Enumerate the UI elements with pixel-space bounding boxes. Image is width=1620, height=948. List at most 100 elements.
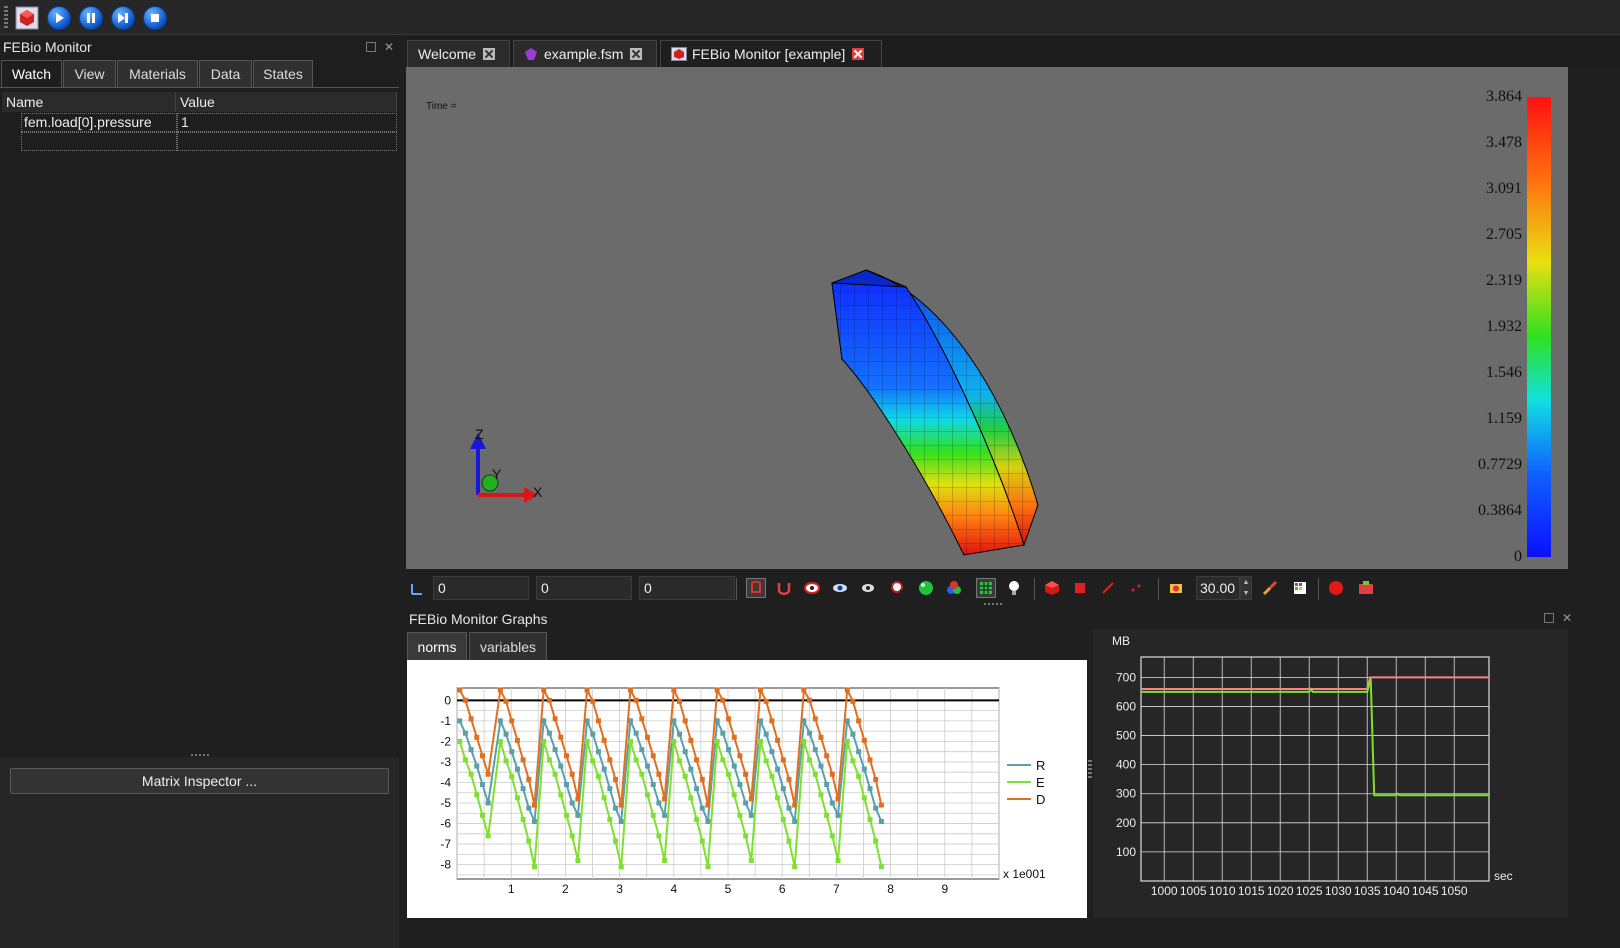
data-point <box>850 698 856 704</box>
data-point <box>590 731 596 737</box>
zoom-select-icon[interactable] <box>890 580 906 596</box>
face-select-icon[interactable] <box>1072 580 1088 596</box>
node-select-icon[interactable] <box>1128 580 1144 596</box>
watch-row-value[interactable]: 1 <box>177 113 397 132</box>
show-icon[interactable] <box>832 580 848 596</box>
data-point <box>503 698 509 704</box>
zoom-spinner[interactable]: ▲ ▼ <box>1240 576 1252 600</box>
data-point <box>835 796 841 802</box>
magnet-icon[interactable] <box>776 580 792 596</box>
solid-cube-icon[interactable] <box>1044 580 1060 596</box>
pause-icon[interactable] <box>78 5 104 31</box>
memory-chart: 1000 1005 1010 1015 1020 1025 1030 1035 1040 1045… <box>1093 629 1568 918</box>
coord-y-input[interactable]: 0 <box>536 576 632 600</box>
data-point <box>676 758 682 764</box>
febio-monitor-icon <box>671 47 687 61</box>
deformed-mesh[interactable]: Z Y X <box>406 67 1568 569</box>
data-point <box>844 687 850 693</box>
mesh-grid-icon[interactable] <box>976 578 996 598</box>
brush-icon[interactable] <box>1262 580 1278 596</box>
data-point <box>639 771 645 777</box>
data-point <box>474 763 480 769</box>
select-icon[interactable] <box>746 578 766 598</box>
watch-empty-name[interactable] <box>21 132 177 151</box>
axis-label-y: Y <box>492 466 502 482</box>
3d-viewport[interactable]: Time = Z Y X 3.864 3.478 3.091 2.705 2.3… <box>406 67 1568 569</box>
doc-tab-febio-monitor[interactable]: FEBio Monitor [example] <box>660 40 882 67</box>
data-point <box>763 698 769 704</box>
watch-row-name[interactable]: fem.load[0].pressure <box>21 113 177 132</box>
data-point <box>532 802 538 808</box>
float-graphs-icon[interactable] <box>1544 613 1554 623</box>
data-point <box>714 738 720 744</box>
data-point <box>824 753 830 759</box>
splitter-handle[interactable] <box>984 603 1002 605</box>
hide-icon[interactable] <box>804 580 820 596</box>
float-panel-icon[interactable] <box>366 42 376 52</box>
febio-app-icon[interactable] <box>14 5 40 31</box>
stop-icon[interactable] <box>142 5 168 31</box>
palette-icon[interactable] <box>1292 580 1308 596</box>
close-tab-icon[interactable] <box>630 48 643 60</box>
data-point <box>595 718 601 724</box>
zoom-value-input[interactable]: 30.00 <box>1196 576 1240 600</box>
data-point <box>509 773 515 779</box>
tab-data[interactable]: Data <box>199 60 252 87</box>
column-header-name[interactable]: Name <box>2 92 176 112</box>
data-point <box>758 738 764 744</box>
data-point <box>720 730 726 736</box>
axis-label-z: Z <box>475 426 484 442</box>
data-point <box>485 833 491 839</box>
tab-materials[interactable]: Materials <box>117 60 198 87</box>
close-tab-icon[interactable] <box>852 48 865 60</box>
data-point <box>558 734 564 740</box>
tab-states[interactable]: States <box>253 60 313 87</box>
data-point <box>613 838 619 844</box>
camera-icon[interactable] <box>1168 580 1184 596</box>
data-point <box>861 795 867 801</box>
multi-sphere-icon[interactable] <box>946 580 962 596</box>
record-icon[interactable] <box>1328 580 1344 596</box>
legend-label-D: D <box>1036 792 1045 807</box>
tab-watch[interactable]: Watch <box>1 60 62 87</box>
light-bulb-icon[interactable] <box>1006 580 1022 596</box>
sphere-icon[interactable] <box>918 580 934 596</box>
data-point <box>694 757 700 763</box>
watch-empty-value[interactable] <box>177 132 397 151</box>
data-point <box>769 773 775 779</box>
step-forward-icon[interactable] <box>110 5 136 31</box>
close-tab-icon[interactable] <box>483 48 496 60</box>
data-point <box>645 734 651 740</box>
data-point <box>558 763 564 769</box>
close-graphs-icon[interactable]: ✕ <box>1562 611 1572 625</box>
tab-view[interactable]: View <box>63 60 116 87</box>
tab-variables[interactable]: variables <box>469 632 547 660</box>
toolbar-grip[interactable] <box>4 6 8 28</box>
graph-splitter[interactable] <box>1088 760 1092 780</box>
doc-tab-welcome[interactable]: Welcome <box>407 40 510 67</box>
edge-select-icon[interactable] <box>1100 580 1116 596</box>
data-point <box>639 716 645 722</box>
data-point <box>497 718 503 724</box>
coord-z-input[interactable]: 0 <box>639 576 735 600</box>
data-point <box>468 747 474 753</box>
y-tick-label: -1 <box>440 714 451 728</box>
coord-x-input[interactable]: 0 <box>433 576 529 600</box>
data-point <box>645 792 651 798</box>
x-tick-label: 5 <box>725 882 732 896</box>
screenshot-icon[interactable] <box>1358 580 1374 596</box>
show-all-icon[interactable] <box>860 580 876 596</box>
data-point <box>618 864 624 870</box>
doc-tab-example-fsm[interactable]: example.fsm <box>513 40 657 67</box>
x-tick-label: 1045 <box>1412 884 1439 898</box>
data-point <box>731 763 737 769</box>
colorbar-tick-label: 3.091 <box>1486 180 1522 197</box>
column-header-value[interactable]: Value <box>176 92 397 112</box>
tab-norms[interactable]: norms <box>407 632 467 660</box>
data-point <box>485 771 491 777</box>
data-point <box>569 833 575 839</box>
run-icon[interactable] <box>46 5 72 31</box>
close-panel-icon[interactable]: ✕ <box>384 40 394 54</box>
matrix-inspector-button[interactable]: Matrix Inspector ... <box>10 768 389 794</box>
data-point <box>818 792 824 798</box>
